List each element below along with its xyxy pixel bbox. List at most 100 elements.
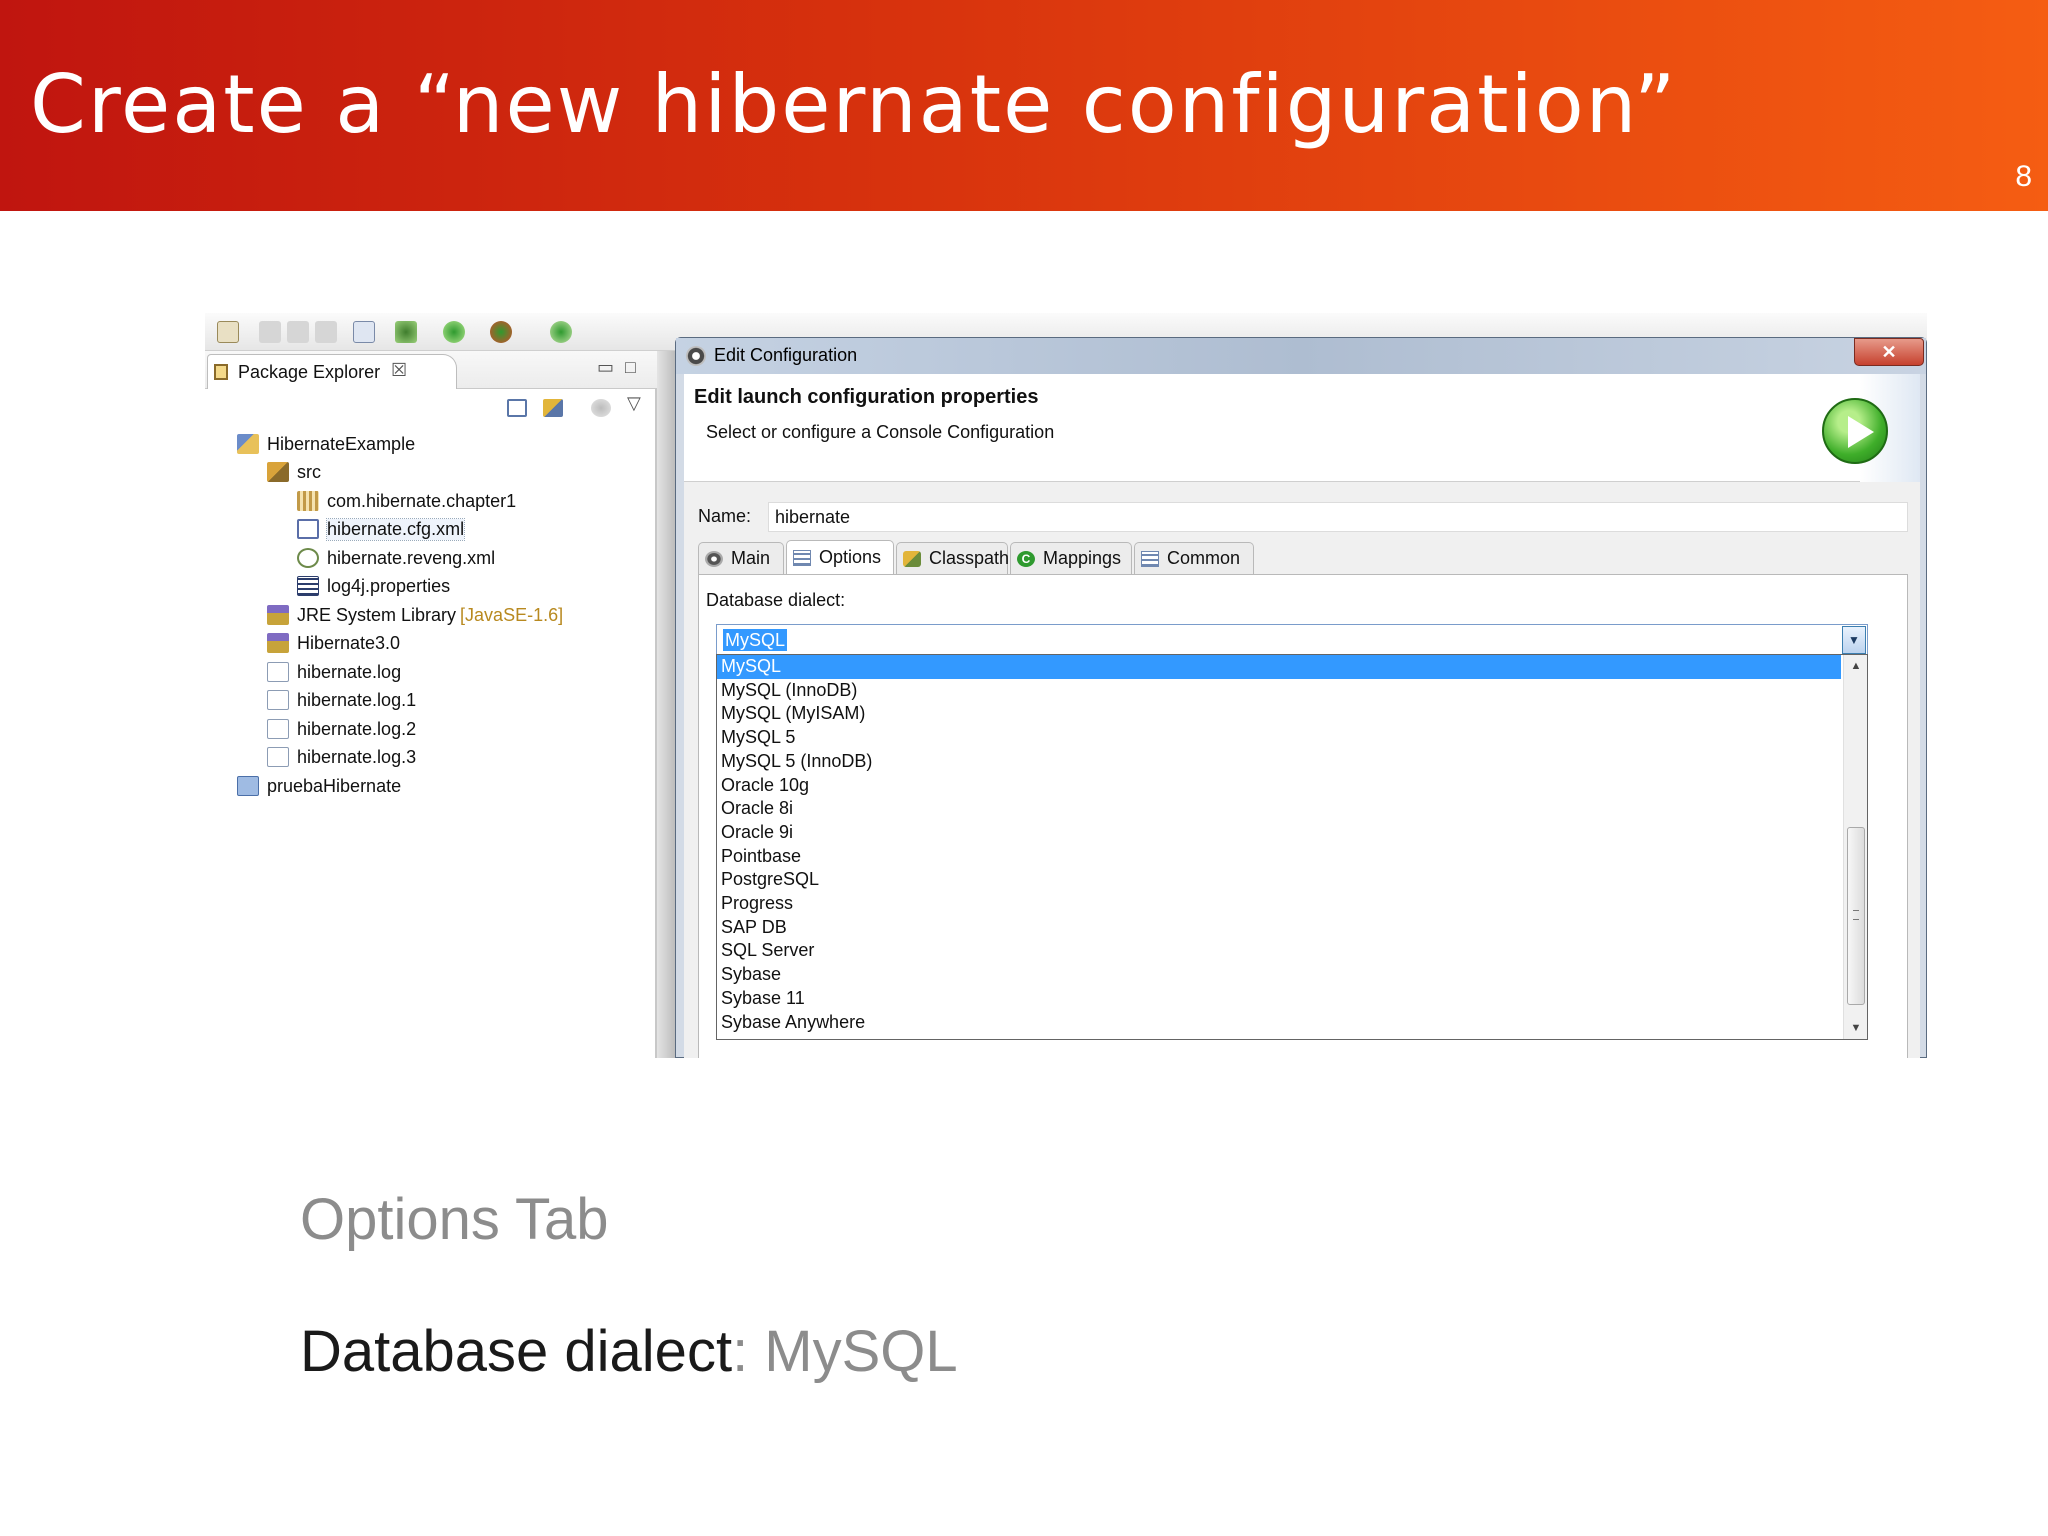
dialog-titlebar: Edit Configuration ✕ [676,338,1926,374]
dropdown-option[interactable]: Oracle 9i [717,821,1841,845]
run-config-banner-icon [1822,398,1888,464]
dropdown-scrollbar[interactable]: ▲ ▼ [1843,655,1867,1039]
dropdown-option[interactable]: MySQL 5 (InnoDB) [717,750,1841,774]
dropdown-option[interactable]: Oracle 10g [717,774,1841,798]
library-icon [267,605,289,625]
run-config-icon[interactable] [550,321,572,343]
detail-value: MySQL [764,1319,958,1384]
dropdown-option[interactable]: Pointbase [717,845,1841,869]
print-icon[interactable] [315,321,337,343]
slide-title: Create a “new hibernate configuration” [30,58,1678,151]
tree-item-hibernate3[interactable]: Hibernate3.0 [267,630,400,656]
source-folder-icon [267,462,289,482]
library-icon [267,633,289,653]
dropdown-option[interactable]: MySQL 5 [717,726,1841,750]
text-file-icon [267,662,289,682]
save-all-icon[interactable] [287,321,309,343]
editor-area-edge [657,351,675,1058]
reveng-xml-icon [297,548,319,568]
tree-item-hibernate-log[interactable]: hibernate.log [267,659,401,685]
tree-item-log4j-properties[interactable]: log4j.properties [297,573,450,599]
tab-main[interactable]: Main [698,542,784,574]
slide-page-number: 8 [2015,160,2032,193]
tree-item-hibernateexample[interactable]: HibernateExample [237,431,415,457]
slide-subheading: Options Tab [300,1187,609,1252]
dropdown-option[interactable]: Sybase Anywhere [717,1011,1841,1035]
tab-common[interactable]: Common [1134,542,1254,574]
maximize-icon[interactable]: □ [625,357,636,378]
tab-options[interactable]: Options [786,540,894,574]
binary-file-icon[interactable] [353,321,375,343]
tree-item-pruebahibernate[interactable]: pruebaHibernate [237,773,401,799]
gear-icon [686,346,706,366]
tree-item-hibernate-log-1[interactable]: hibernate.log.1 [267,687,416,713]
focus-icon[interactable] [591,399,611,417]
tab-package-explorer[interactable]: Package Explorer ☒ [207,354,457,389]
package-icon [297,491,319,511]
package-explorer-icon [214,364,228,380]
database-dialect-combo[interactable]: MySQL ▼ [716,624,1868,656]
name-label: Name: [698,506,752,526]
collapse-all-icon[interactable] [507,399,527,417]
java-project-icon [237,434,259,454]
dropdown-option[interactable]: MySQL [717,655,1841,679]
debug-icon[interactable] [395,321,417,343]
dialog-header-title: Edit launch configuration properties [694,386,1039,408]
dropdown-option[interactable]: PostgreSQL [717,868,1841,892]
name-field[interactable]: hibernate [768,502,1908,532]
mappings-tab-icon: C [1017,550,1035,567]
tree-item-hibernate-log-2[interactable]: hibernate.log.2 [267,716,416,742]
tab-classpath[interactable]: Classpath [896,542,1009,574]
run-icon[interactable] [443,321,465,343]
minimize-icon[interactable]: ▭ [597,357,614,378]
dropdown-option[interactable]: Sybase 11 [717,987,1841,1011]
external-tools-icon[interactable] [490,321,512,343]
chevron-down-icon[interactable]: ▼ [1842,626,1866,654]
scroll-down-icon[interactable]: ▼ [1844,1017,1868,1039]
dropdown-option[interactable]: Sybase [717,963,1841,987]
package-explorer-tabbar: Package Explorer ☒ ▭ □ [205,351,657,389]
text-file-icon [267,719,289,739]
scrollbar-thumb[interactable] [1847,827,1865,1005]
dropdown-option[interactable]: MySQL (MyISAM) [717,702,1841,726]
text-file-icon [267,747,289,767]
project-icon [237,776,259,796]
package-explorer-tab-label: Package Explorer [238,362,381,382]
tree-item-hibernate-reveng-xml[interactable]: hibernate.reveng.xml [297,545,495,571]
dialog-title: Edit Configuration [714,345,858,365]
dropdown-option[interactable]: SAP DB [717,916,1841,940]
database-dialect-dropdown: MySQL MySQL (InnoDB) MySQL (MyISAM) MySQL 5… [716,654,1868,1040]
tree-item-src[interactable]: src [267,459,321,485]
new-wizard-icon[interactable] [217,321,239,343]
dialog-header: Edit launch configuration properties Sel… [684,374,1920,482]
dialog-close-button[interactable]: ✕ [1854,338,1924,366]
slide-detail-line: Database dialect: MySQL [300,1318,958,1385]
close-icon[interactable]: ☒ [391,360,407,381]
tree-item-package[interactable]: com.hibernate.chapter1 [297,488,516,514]
scroll-up-icon[interactable]: ▲ [1844,655,1868,677]
detail-key: Database dialect [300,1319,733,1384]
name-row: Name: hibernate [698,502,1908,532]
hibernate-xml-icon [297,519,319,539]
save-icon[interactable] [259,321,281,343]
detail-separator: : [732,1319,765,1384]
edit-configuration-dialog: Edit Configuration ✕ Edit launch configu… [675,337,1927,1058]
dropdown-option[interactable]: Progress [717,892,1841,916]
dropdown-option[interactable]: MySQL (InnoDB) [717,679,1841,703]
eclipse-screenshot: Package Explorer ☒ ▭ □ ▽ HibernateExampl… [205,313,1927,1058]
text-file-icon [267,690,289,710]
tree-item-hibernate-log-3[interactable]: hibernate.log.3 [267,744,416,770]
common-tab-icon [1141,550,1159,567]
dropdown-option[interactable]: Oracle 8i [717,797,1841,821]
database-dialect-value: MySQL [723,629,788,651]
tree-item-hibernate-cfg-xml[interactable]: hibernate.cfg.xml [297,516,466,542]
options-tab-icon [793,549,811,566]
tree-item-jre-system-library[interactable]: JRE System Library [JavaSE-1.6] [267,602,563,628]
dropdown-option[interactable]: SQL Server [717,939,1841,963]
package-explorer-toolbar: ▽ [205,389,657,427]
tab-mappings[interactable]: C Mappings [1010,542,1132,574]
link-with-editor-icon[interactable] [543,399,563,417]
view-menu-icon[interactable]: ▽ [627,393,641,414]
properties-file-icon [297,576,319,596]
jre-version-decoration: [JavaSE-1.6] [460,604,564,625]
